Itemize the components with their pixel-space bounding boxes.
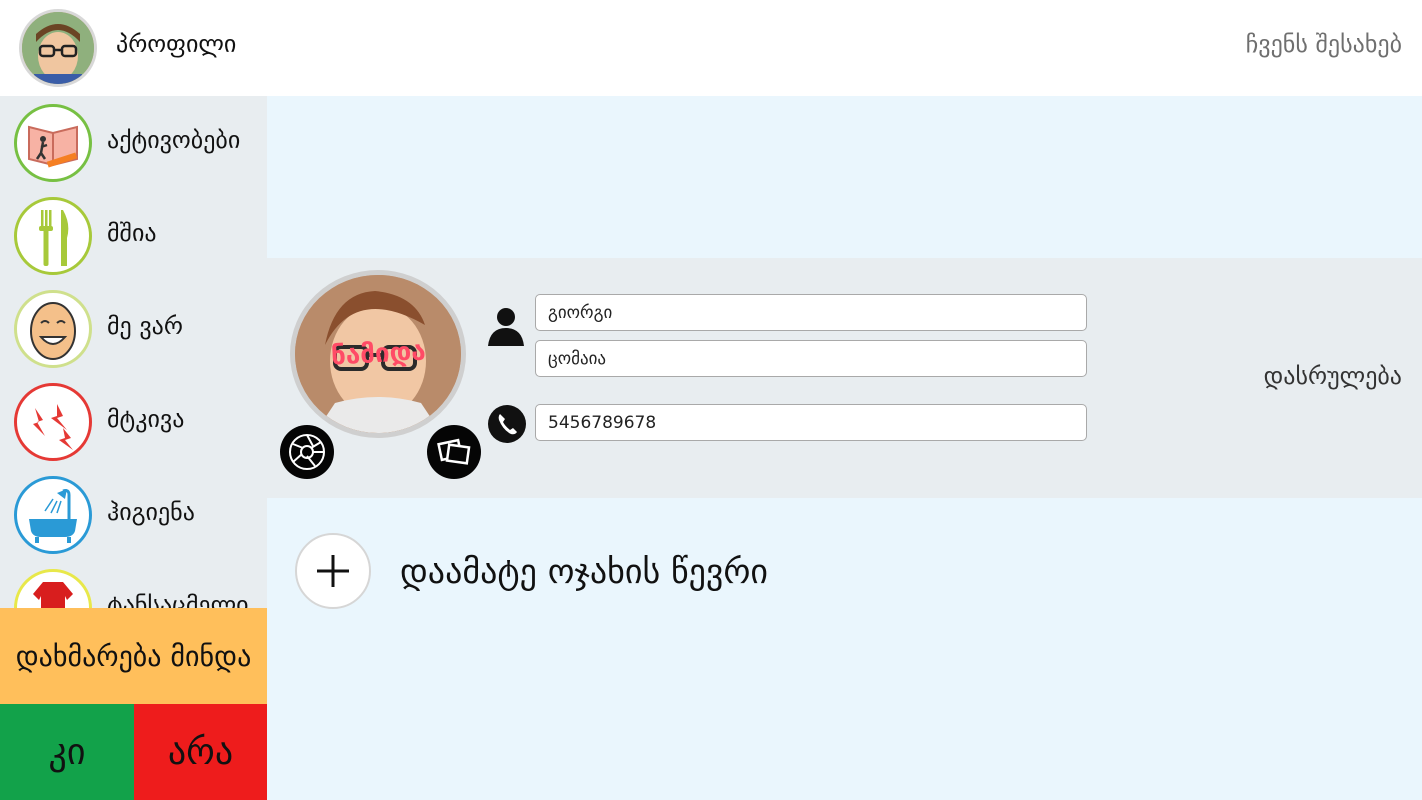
profile-label[interactable]: პროფილი xyxy=(116,30,236,58)
sidebar-item-label: აქტივობები xyxy=(107,126,241,154)
photo-stamp-text: ნამიდა xyxy=(330,336,427,372)
need-help-button[interactable]: დახმარება მინდა xyxy=(0,608,267,704)
sidebar-item-label: ტანსაცმელი xyxy=(107,591,249,608)
profile-form-card: ნამიდა დასრულება xyxy=(267,258,1422,498)
sidebar-item-hungry[interactable]: მშია xyxy=(0,189,267,282)
last-name-field[interactable] xyxy=(535,340,1087,377)
sidebar-item-activities[interactable]: აქტივობები xyxy=(0,96,267,189)
pain-lightning-icon xyxy=(14,383,92,461)
yes-button[interactable]: კი xyxy=(0,704,134,800)
add-family-member-label[interactable]: დაამატე ოჯახის წევრი xyxy=(400,552,768,592)
sidebar-item-label: მტკივა xyxy=(107,405,185,433)
first-name-field[interactable] xyxy=(535,294,1087,331)
person-icon xyxy=(486,306,526,346)
sidebar-item-clothes[interactable]: ტანსაცმელი xyxy=(0,561,267,608)
profile-avatar[interactable] xyxy=(19,9,97,87)
sidebar-item-label: ჰიგიენა xyxy=(107,498,195,526)
family-members-area: დაამატე ოჯახის წევრი xyxy=(267,498,1422,800)
sidebar-item-pain[interactable]: მტკივა xyxy=(0,375,267,468)
sidebar-item-i-am[interactable]: მე ვარ xyxy=(0,282,267,375)
fork-knife-icon xyxy=(14,197,92,275)
phone-icon xyxy=(487,404,527,444)
bathtub-icon xyxy=(14,476,92,554)
camera-shutter-button[interactable] xyxy=(280,425,334,479)
about-us-link[interactable]: ჩვენს შესახებ xyxy=(1246,30,1402,58)
gallery-button[interactable] xyxy=(427,425,481,479)
done-link[interactable]: დასრულება xyxy=(1264,362,1402,390)
phone-field[interactable] xyxy=(535,404,1087,441)
plus-icon xyxy=(317,555,349,587)
sidebar-item-label: მშია xyxy=(107,219,157,247)
content-top-area xyxy=(267,96,1422,258)
camera-shutter-icon xyxy=(289,434,325,470)
photo-gallery-icon xyxy=(437,438,471,465)
add-family-member-button[interactable] xyxy=(295,533,371,609)
activities-book-icon xyxy=(14,104,92,182)
no-button[interactable]: არა xyxy=(134,704,267,800)
sidebar-item-hygiene[interactable]: ჰიგიენა xyxy=(0,468,267,561)
smiley-face-icon xyxy=(14,290,92,368)
profile-photo[interactable]: ნამიდა xyxy=(290,270,466,438)
app-header: პროფილი ჩვენს შესახებ xyxy=(0,0,1422,96)
sidebar-item-label: მე ვარ xyxy=(107,312,183,340)
clothes-icon xyxy=(14,569,92,608)
category-sidebar: აქტივობები მშია მე ვარ მტკივა ჰიგიენა ტა… xyxy=(0,96,267,608)
